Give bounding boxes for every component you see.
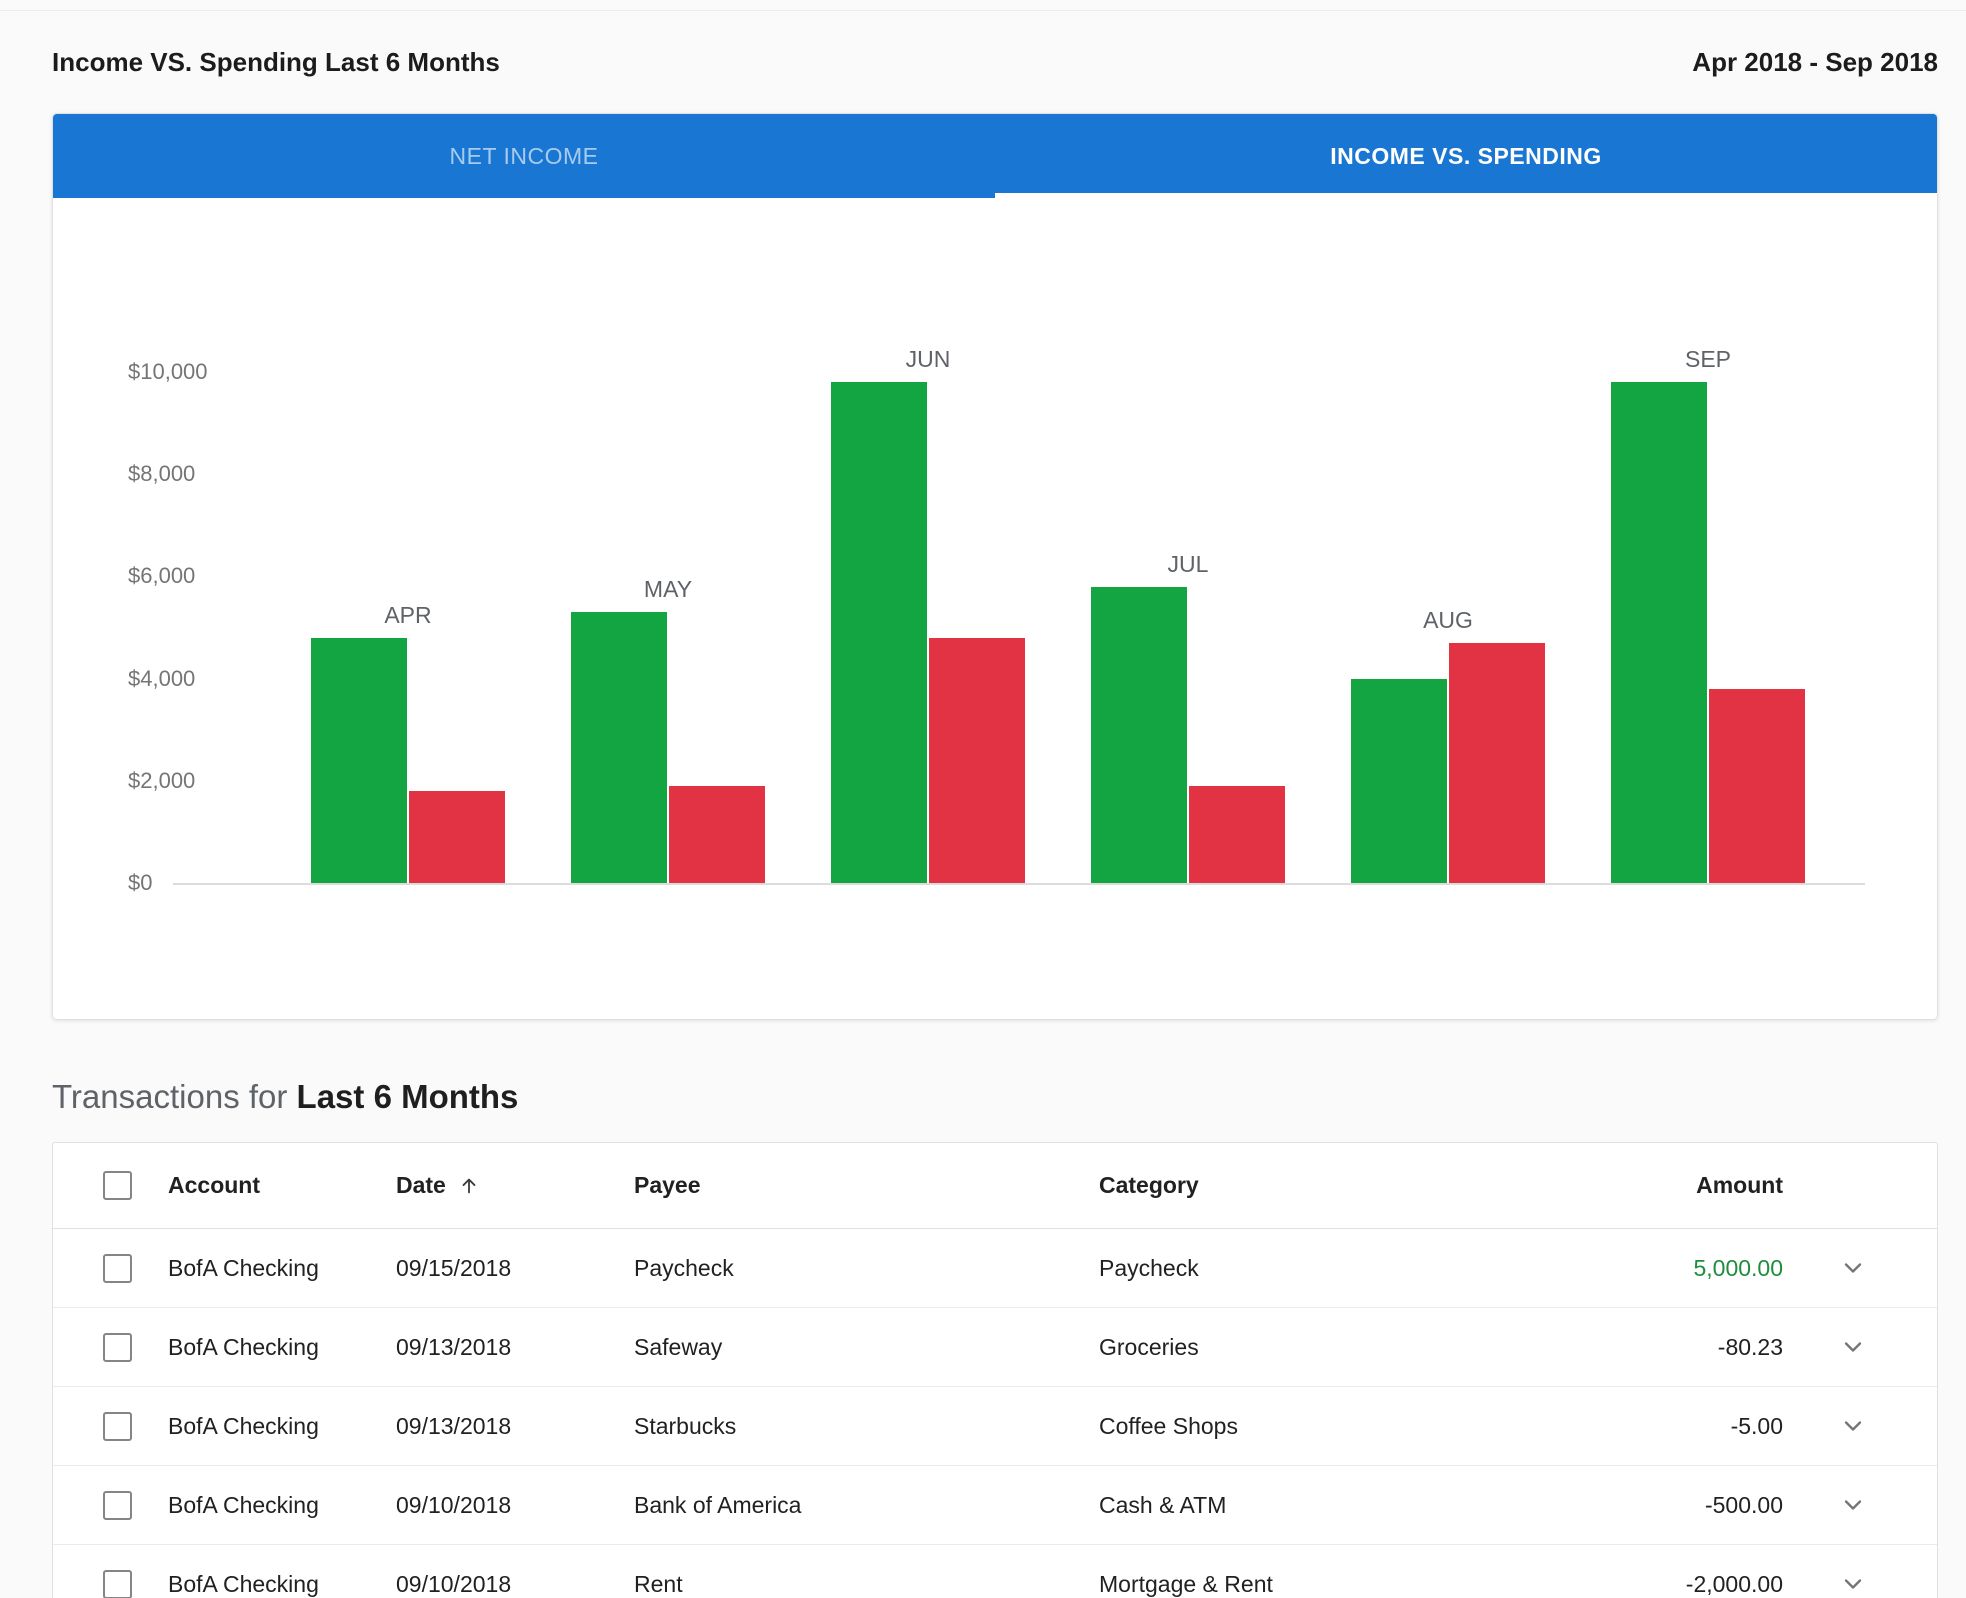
row-checkbox[interactable]: [103, 1570, 132, 1598]
cell-account: BofA Checking: [168, 1492, 396, 1519]
y-axis-label: $2,000: [128, 767, 258, 795]
spending-bar[interactable]: [929, 638, 1025, 883]
column-header-date[interactable]: Date: [396, 1172, 634, 1199]
cell-payee: Rent: [634, 1571, 1099, 1598]
cell-account: BofA Checking: [168, 1413, 396, 1440]
cell-category: Cash & ATM: [1099, 1492, 1593, 1519]
cell-date: 09/13/2018: [396, 1413, 634, 1440]
transactions-title-prefix: Transactions for: [52, 1078, 297, 1115]
tab-bar: NET INCOME INCOME VS. SPENDING: [53, 114, 1937, 198]
column-header-account[interactable]: Account: [168, 1172, 396, 1199]
row-checkbox[interactable]: [103, 1333, 132, 1362]
spending-bar[interactable]: [1709, 689, 1805, 883]
cell-account: BofA Checking: [168, 1255, 396, 1282]
table-row: BofA Checking09/10/2018Bank of AmericaCa…: [53, 1466, 1937, 1545]
cell-date: 09/10/2018: [396, 1492, 634, 1519]
cell-category: Coffee Shops: [1099, 1413, 1593, 1440]
cell-category: Groceries: [1099, 1334, 1593, 1361]
month-label: MAY: [571, 574, 765, 604]
cell-account: BofA Checking: [168, 1571, 396, 1598]
cell-payee: Bank of America: [634, 1492, 1099, 1519]
date-range: Apr 2018 - Sep 2018: [1692, 47, 1938, 78]
month-label: JUL: [1091, 549, 1285, 579]
cell-amount: -2,000.00: [1593, 1571, 1783, 1598]
bar-chart: $10,000$8,000$6,000$4,000$2,000$0APRMAYJ…: [53, 198, 1937, 1019]
x-axis-line: [173, 883, 1865, 885]
income-bar[interactable]: [311, 638, 407, 883]
row-checkbox[interactable]: [103, 1491, 132, 1520]
column-header-payee[interactable]: Payee: [634, 1172, 1099, 1199]
row-checkbox[interactable]: [103, 1412, 132, 1441]
column-header-amount[interactable]: Amount: [1593, 1172, 1783, 1199]
cell-amount: -5.00: [1593, 1413, 1783, 1440]
chevron-down-icon[interactable]: [1783, 1570, 1923, 1598]
sort-ascending-icon: [458, 1175, 480, 1197]
table-row: BofA Checking09/15/2018PaycheckPaycheck5…: [53, 1229, 1937, 1308]
month-label: JUN: [831, 344, 1025, 374]
chevron-down-icon[interactable]: [1783, 1412, 1923, 1440]
income-bar[interactable]: [1351, 679, 1447, 883]
tab-income-vs-spending[interactable]: INCOME VS. SPENDING: [995, 114, 1937, 198]
cell-date: 09/15/2018: [396, 1255, 634, 1282]
month-label: AUG: [1351, 605, 1545, 635]
cell-payee: Starbucks: [634, 1413, 1099, 1440]
transactions-table: Account Date Payee Category Amount BofA …: [52, 1142, 1938, 1598]
cell-category: Paycheck: [1099, 1255, 1593, 1282]
chevron-down-icon[interactable]: [1783, 1333, 1923, 1361]
cell-amount: -500.00: [1593, 1492, 1783, 1519]
income-bar[interactable]: [1091, 587, 1187, 883]
y-axis-label: $10,000: [128, 358, 258, 386]
chevron-down-icon[interactable]: [1783, 1254, 1923, 1282]
transactions-title: Transactions for Last 6 Months: [52, 1078, 1938, 1116]
page-title: Income VS. Spending Last 6 Months: [52, 47, 500, 78]
top-divider: [0, 10, 1966, 11]
table-header-row: Account Date Payee Category Amount: [53, 1143, 1937, 1229]
select-all-checkbox[interactable]: [103, 1171, 132, 1200]
cell-amount: -80.23: [1593, 1334, 1783, 1361]
y-axis-label: $6,000: [128, 562, 258, 590]
spending-bar[interactable]: [409, 791, 505, 883]
y-axis-label: $4,000: [128, 665, 258, 693]
cell-date: 09/10/2018: [396, 1571, 634, 1598]
spending-bar[interactable]: [1449, 643, 1545, 883]
cell-date: 09/13/2018: [396, 1334, 634, 1361]
income-bar[interactable]: [831, 382, 927, 883]
table-row: BofA Checking09/10/2018RentMortgage & Re…: [53, 1545, 1937, 1598]
transactions-title-range: Last 6 Months: [297, 1078, 519, 1115]
cell-payee: Paycheck: [634, 1255, 1099, 1282]
tab-net-income[interactable]: NET INCOME: [53, 114, 995, 198]
table-row: BofA Checking09/13/2018StarbucksCoffee S…: [53, 1387, 1937, 1466]
table-body: BofA Checking09/15/2018PaycheckPaycheck5…: [53, 1229, 1937, 1598]
cell-account: BofA Checking: [168, 1334, 396, 1361]
row-checkbox[interactable]: [103, 1254, 132, 1283]
page-header: Income VS. Spending Last 6 Months Apr 20…: [52, 0, 1938, 88]
month-label: SEP: [1611, 344, 1805, 374]
column-header-category[interactable]: Category: [1099, 1172, 1593, 1199]
income-bar[interactable]: [1611, 382, 1707, 883]
y-axis-label: $8,000: [128, 460, 258, 488]
income-bar[interactable]: [571, 612, 667, 883]
cell-category: Mortgage & Rent: [1099, 1571, 1593, 1598]
chart-card: NET INCOME INCOME VS. SPENDING $10,000 $8…: [52, 113, 1938, 1020]
cell-payee: Safeway: [634, 1334, 1099, 1361]
month-label: APR: [311, 600, 505, 630]
cell-amount: 5,000.00: [1593, 1255, 1783, 1282]
spending-bar[interactable]: [669, 786, 765, 883]
page: Income VS. Spending Last 6 Months Apr 20…: [0, 0, 1966, 1598]
column-header-date-label: Date: [396, 1172, 446, 1199]
table-row: BofA Checking09/13/2018SafewayGroceries-…: [53, 1308, 1937, 1387]
spending-bar[interactable]: [1189, 786, 1285, 883]
chevron-down-icon[interactable]: [1783, 1491, 1923, 1519]
